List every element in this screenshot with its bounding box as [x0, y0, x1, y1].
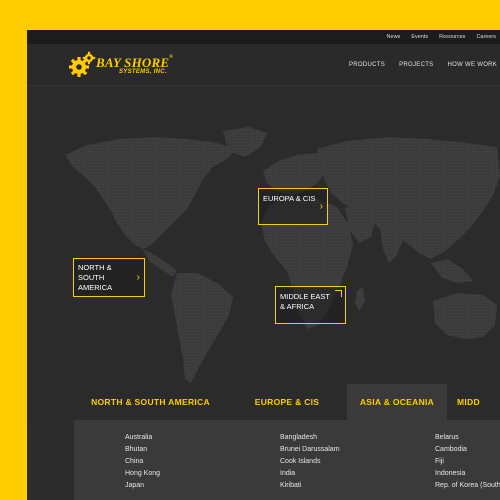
world-map-section: EUROPA & CIS › NORTH & SOUTH AMERICA › M… [27, 87, 500, 414]
country-link[interactable]: Cook Islands [280, 456, 340, 468]
corner-marker-icon [335, 290, 342, 297]
world-map [65, 127, 500, 383]
region-button-europa-cis[interactable]: EUROPA & CIS › [258, 188, 328, 225]
country-link[interactable]: Rep. of Korea (South) [435, 480, 500, 492]
country-link[interactable]: India [280, 468, 340, 480]
nav-products[interactable]: PRODUCTS [349, 62, 385, 68]
country-column-1: Australia Bhutan China Hong Kong Japan [125, 432, 160, 492]
chevron-right-icon: › [136, 271, 140, 283]
country-link[interactable]: Indonesia [435, 468, 500, 480]
utility-link-events[interactable]: Events [411, 34, 428, 40]
country-column-3: Belarus Cambodia Fiji Indonesia Rep. of … [435, 432, 500, 492]
country-link[interactable]: Hong Kong [125, 468, 160, 480]
nav-projects[interactable]: PROJECTS [399, 62, 433, 68]
tab-middle-east[interactable]: MIDD [457, 384, 500, 420]
region-label: EUROPA & CIS [263, 194, 316, 203]
country-link[interactable]: Bhutan [125, 444, 160, 456]
region-button-middle-east-africa[interactable]: MIDDLE EAST & AFRICA [275, 286, 346, 324]
country-link[interactable]: Belarus [435, 432, 500, 444]
tab-north-south-america[interactable]: NORTH & SOUTH AMERICA [74, 384, 227, 420]
country-link[interactable]: Bangladesh [280, 432, 340, 444]
country-column-2: Bangladesh Brunei Darussalam Cook Island… [280, 432, 340, 492]
country-list-panel: Australia Bhutan China Hong Kong Japan B… [74, 420, 500, 500]
site-header: BAY SHORE® SYSTEMS, INC. PRODUCTS PROJEC… [27, 44, 500, 86]
country-link[interactable]: Fiji [435, 456, 500, 468]
nav-how-we-work[interactable]: HOW WE WORK [447, 62, 497, 68]
bay-shore-logo[interactable]: BAY SHORE® SYSTEMS, INC. [67, 50, 187, 80]
gears-icon [69, 51, 96, 77]
website-frame: News Events Resources Careers BAY SHORE®… [27, 30, 500, 500]
tab-asia-oceania[interactable]: ASIA & OCEANIA [347, 384, 447, 420]
region-label: NORTH & SOUTH AMERICA [78, 263, 113, 293]
utility-link-news[interactable]: News [387, 34, 401, 40]
chevron-right-icon: › [319, 200, 323, 212]
region-tabs: NORTH & SOUTH AMERICA EUROPE & CIS ASIA … [27, 384, 500, 420]
country-link[interactable]: Australia [125, 432, 160, 444]
country-link[interactable]: Cambodia [435, 444, 500, 456]
tab-europe-cis[interactable]: EUROPE & CIS [227, 384, 347, 420]
utility-bar: News Events Resources Careers [27, 30, 500, 44]
country-link[interactable]: Brunei Darussalam [280, 444, 340, 456]
country-link[interactable]: Japan [125, 480, 160, 492]
utility-link-resources[interactable]: Resources [439, 34, 465, 40]
region-button-north-south-america[interactable]: NORTH & SOUTH AMERICA › [73, 258, 145, 297]
logo-subtitle: SYSTEMS, INC. [119, 69, 167, 75]
utility-link-careers[interactable]: Careers [476, 34, 496, 40]
main-nav: PRODUCTS PROJECTS HOW WE WORK AB [349, 44, 500, 86]
region-label: MIDDLE EAST & AFRICA [280, 292, 331, 312]
country-link[interactable]: China [125, 456, 160, 468]
country-link[interactable]: Kiribati [280, 480, 340, 492]
